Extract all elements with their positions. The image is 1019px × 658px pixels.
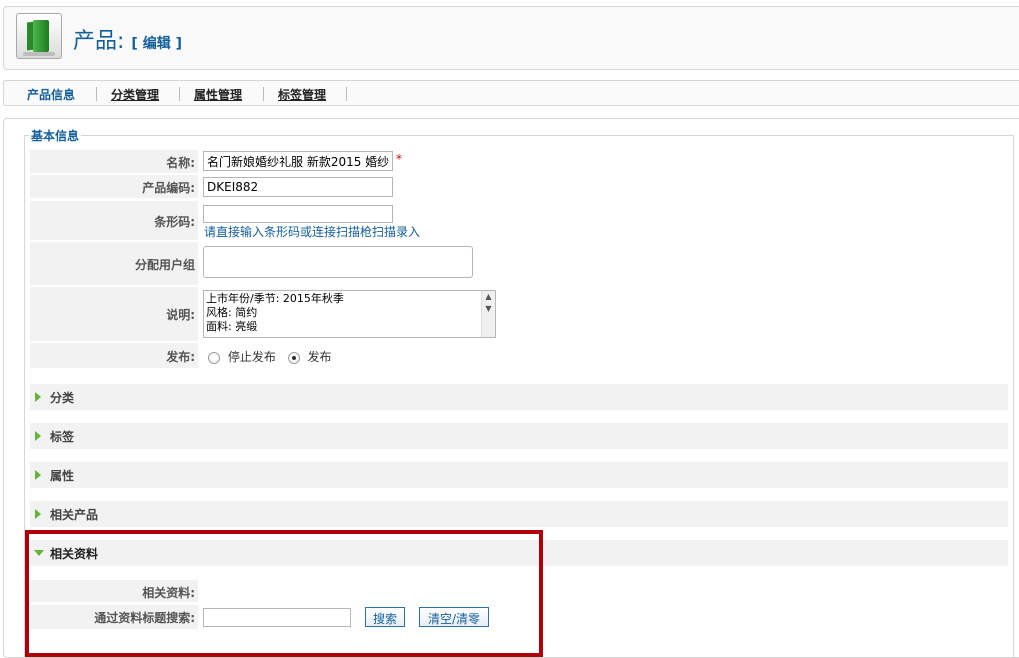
section-category[interactable]: 分类 [30,384,1008,410]
tab-tag-management[interactable]: 标签管理 [278,86,326,103]
tab-product-info[interactable]: 产品信息 [27,86,75,103]
expand-arrow-icon [35,431,41,441]
barcode-input[interactable] [203,205,393,223]
page-mode: [ 编辑 ] [131,36,182,52]
section-title: 相关产品 [50,508,99,522]
user-group-input[interactable] [203,246,473,278]
tab-divider [96,87,97,101]
page-header: 产品: [ 编辑 ] [3,6,1019,70]
publish-radio[interactable] [287,351,300,364]
code-row: 产品编码: [30,175,1008,198]
page-title-text: 产品: [73,29,125,54]
scroll-up-icon[interactable]: ▲ [482,291,495,303]
page-title: 产品: [ 编辑 ] [73,23,182,55]
tab-category-management[interactable]: 分类管理 [111,86,159,103]
name-label: 名称: [30,150,198,173]
section-title: 属性 [50,469,75,483]
expand-arrow-icon [35,470,41,480]
publish-option-label: 发布 [307,350,332,364]
basic-info-legend: 基本信息 [29,127,82,144]
publish-row: 发布: 停止发布 发布 [30,343,1008,368]
tab-attribute-management[interactable]: 属性管理 [194,86,242,103]
product-code-input[interactable] [203,177,393,197]
scroll-down-icon[interactable]: ▼ [482,303,495,315]
publish-label: 发布: [30,343,198,368]
required-mark: * [396,152,402,166]
name-row: 名称: * [30,150,1008,173]
description-scrollbar[interactable]: ▲ ▼ [481,291,495,337]
unpublish-radio[interactable] [208,351,220,364]
barcode-row: 条形码: 请直接输入条形码或连接扫描枪扫描录入 [30,201,1008,240]
expand-arrow-icon [35,392,41,402]
description-label: 说明: [30,287,198,341]
code-label: 产品编码: [30,175,198,198]
expand-arrow-icon [35,509,41,519]
description-textarea[interactable]: 上市年份/季节: 2015年秋季 风格: 简约 面料: 亮缎 [203,290,496,338]
name-input[interactable] [203,151,393,171]
section-title: 分类 [50,391,75,405]
tab-divider [346,87,347,101]
description-row: 说明: 上市年份/季节: 2015年秋季 风格: 简约 面料: 亮缎 ▲ ▼ [30,287,1008,341]
user-group-label: 分配用户组 [30,242,198,285]
tab-bar: 产品信息 分类管理 属性管理 标签管理 [3,80,1019,106]
publish-options: 停止发布 发布 [208,348,332,365]
product-book-icon [16,13,62,59]
unpublish-option-label: 停止发布 [227,350,276,364]
user-group-row: 分配用户组 [30,242,1008,285]
highlight-box [25,530,543,657]
tab-divider [263,87,264,101]
section-title: 标签 [50,430,75,444]
barcode-label: 条形码: [30,201,198,240]
section-related-products[interactable]: 相关产品 [30,501,1008,527]
barcode-hint: 请直接输入条形码或连接扫描枪扫描录入 [204,225,421,239]
tab-divider [179,87,180,101]
section-tags[interactable]: 标签 [30,423,1008,449]
section-attributes[interactable]: 属性 [30,462,1008,488]
